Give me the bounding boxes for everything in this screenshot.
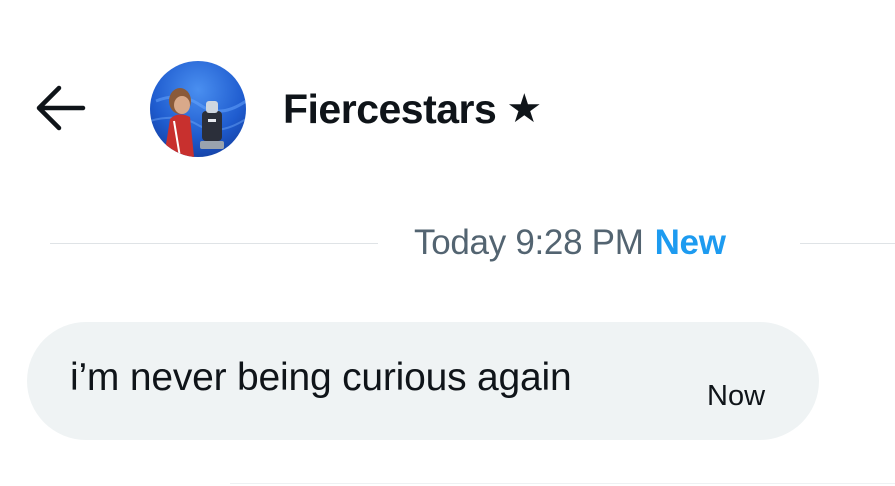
star-icon: ★ (506, 87, 542, 131)
divider-line-right (800, 243, 895, 244)
message-text: i’m never being curious again (70, 356, 572, 399)
new-badge: New (654, 223, 726, 262)
contact-name: Fiercestars (283, 85, 497, 132)
profile-avatar (150, 61, 246, 157)
composer-divider (230, 483, 895, 484)
back-button[interactable] (30, 80, 90, 136)
conversation-title[interactable]: Fiercestars ★ (283, 84, 542, 134)
avatar[interactable] (150, 61, 246, 157)
divider-timestamp: Today 9:28 PM (414, 223, 644, 262)
date-divider-label: Today 9:28 PM New (414, 220, 726, 266)
dm-conversation-screen: Fiercestars ★ Today 9:28 PM New i’m neve… (0, 0, 895, 486)
arrow-left-icon (36, 85, 86, 131)
divider-line-left (50, 243, 378, 244)
message-timestamp: Now (707, 380, 766, 412)
message-bubble[interactable]: i’m never being curious again Now (27, 322, 819, 440)
date-divider: Today 9:28 PM New (0, 220, 895, 266)
